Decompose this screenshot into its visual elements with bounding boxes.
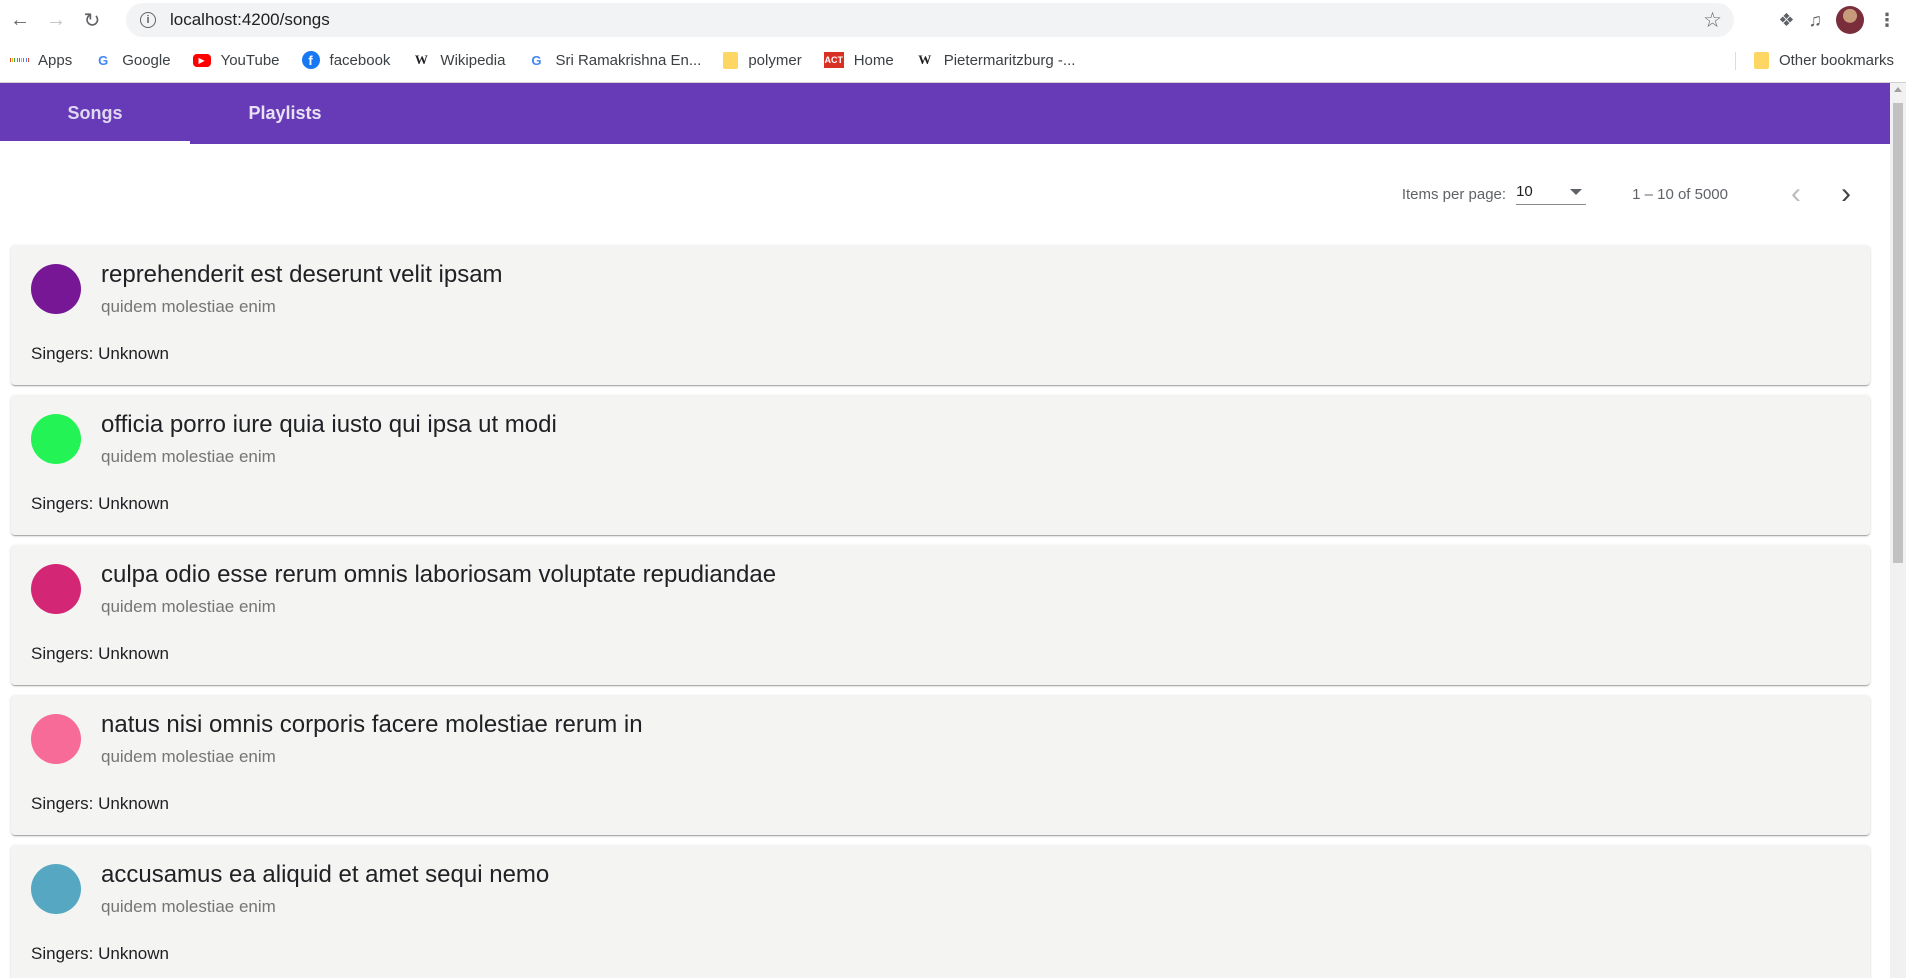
bookmarks-bar: Apps G Google ▶ YouTube f facebook W Wik… — [0, 44, 1906, 76]
song-title: officia porro iure quia iusto qui ipsa u… — [101, 411, 557, 438]
song-singers: Singers: Unknown — [31, 344, 169, 363]
song-album: quidem molestiae enim — [101, 747, 276, 766]
toolbar-actions: ❖ ♫ ⋮ — [1778, 0, 1906, 40]
scrollbar-thumb[interactable] — [1893, 103, 1903, 563]
folder-icon — [1753, 51, 1769, 69]
song-card[interactable]: reprehenderit est deserunt velit ipsam q… — [11, 245, 1870, 385]
site-info-icon[interactable]: i — [140, 12, 156, 28]
chevron-down-icon — [1570, 188, 1583, 195]
folder-icon — [723, 51, 739, 69]
media-control-icon[interactable]: ♫ — [1809, 10, 1823, 31]
page-scrollbar[interactable] — [1890, 83, 1906, 978]
page-size-select[interactable]: 10 — [1516, 183, 1587, 205]
bookmark-home[interactable]: ACT Home — [823, 52, 894, 69]
tab-songs[interactable]: Songs — [0, 83, 190, 144]
google-icon: G — [531, 52, 542, 68]
wikipedia-icon: W — [918, 52, 932, 67]
bookmarks-separator — [1735, 52, 1736, 70]
song-singers: Singers: Unknown — [31, 794, 169, 813]
address-url[interactable]: localhost:4200/songs — [170, 10, 330, 30]
tab-playlists[interactable]: Playlists — [190, 83, 380, 144]
youtube-icon: ▶ — [192, 53, 211, 67]
bookmark-youtube[interactable]: ▶ YouTube — [192, 52, 280, 69]
menu-kebab-icon[interactable]: ⋮ — [1878, 10, 1896, 31]
song-album: quidem molestiae enim — [101, 447, 276, 466]
wikipedia-icon: W — [414, 52, 428, 67]
other-bookmarks[interactable]: Other bookmarks — [1753, 44, 1894, 76]
song-title: reprehenderit est deserunt velit ipsam — [101, 261, 503, 288]
profile-avatar[interactable] — [1836, 6, 1864, 34]
song-singers: Singers: Unknown — [31, 644, 169, 663]
chevron-right-icon: › — [1841, 177, 1851, 210]
song-list: reprehenderit est deserunt velit ipsam q… — [11, 245, 1870, 978]
bookmark-sri-ramakrishna[interactable]: G Sri Ramakrishna En... — [527, 51, 701, 69]
act-logo-icon: ACT — [823, 52, 844, 68]
extensions-icon[interactable]: ❖ — [1778, 10, 1794, 31]
song-album: quidem molestiae enim — [101, 297, 276, 316]
app-content: Songs Playlists Items per page: 10 1 – 1… — [0, 83, 1890, 978]
chevron-left-icon: ‹ — [1791, 177, 1801, 210]
song-title: accusamus ea aliquid et amet sequi nemo — [101, 861, 550, 888]
song-title: natus nisi omnis corporis facere molesti… — [101, 711, 643, 738]
song-card[interactable]: officia porro iure quia iusto qui ipsa u… — [11, 395, 1870, 535]
forward-icon[interactable]: → — [38, 2, 74, 38]
song-color-avatar — [31, 864, 81, 914]
song-color-avatar — [31, 414, 81, 464]
paginator: Items per page: 10 1 – 10 of 5000 ‹ › — [1402, 174, 1866, 214]
items-per-page-label: Items per page: — [1401, 185, 1507, 203]
song-card[interactable]: natus nisi omnis corporis facere molesti… — [11, 695, 1870, 835]
next-page-button[interactable]: › — [1826, 174, 1866, 214]
song-color-avatar — [31, 714, 81, 764]
address-bar[interactable]: i localhost:4200/songs ☆ — [126, 3, 1734, 37]
scroll-up-icon[interactable] — [1894, 87, 1902, 92]
song-color-avatar — [31, 564, 81, 614]
bookmark-star-icon[interactable]: ☆ — [1703, 8, 1722, 33]
previous-page-button[interactable]: ‹ — [1776, 174, 1816, 214]
bookmark-facebook[interactable]: f facebook — [301, 51, 390, 69]
apps-grid-icon — [10, 51, 28, 69]
song-singers: Singers: Unknown — [31, 494, 169, 513]
bookmark-wikipedia[interactable]: W Wikipedia — [412, 51, 506, 69]
reload-icon[interactable]: ↻ — [74, 2, 110, 38]
back-icon[interactable]: ← — [2, 2, 38, 38]
bookmark-apps[interactable]: Apps — [10, 51, 72, 69]
page-size-value: 10 — [1516, 183, 1533, 200]
facebook-icon: f — [301, 51, 320, 69]
song-card[interactable]: culpa odio esse rerum omnis laboriosam v… — [11, 545, 1870, 685]
song-color-avatar — [31, 264, 81, 314]
song-title: culpa odio esse rerum omnis laboriosam v… — [101, 561, 777, 588]
song-album: quidem molestiae enim — [101, 897, 276, 916]
bookmark-polymer[interactable]: polymer — [723, 51, 802, 69]
page-range-label: 1 – 10 of 5000 — [1632, 185, 1728, 203]
song-singers: Singers: Unknown — [31, 944, 169, 963]
tab-bar: Songs Playlists — [0, 83, 1890, 144]
song-album: quidem molestiae enim — [101, 597, 276, 616]
bookmark-pietermaritzburg[interactable]: W Pietermaritzburg -... — [916, 51, 1075, 69]
browser-toolbar: ← → ↻ i localhost:4200/songs ☆ ❖ ♫ ⋮ — [0, 0, 1906, 40]
bookmark-google[interactable]: G Google — [94, 51, 170, 69]
google-icon: G — [98, 52, 109, 68]
song-card[interactable]: accusamus ea aliquid et amet sequi nemo … — [11, 845, 1870, 978]
